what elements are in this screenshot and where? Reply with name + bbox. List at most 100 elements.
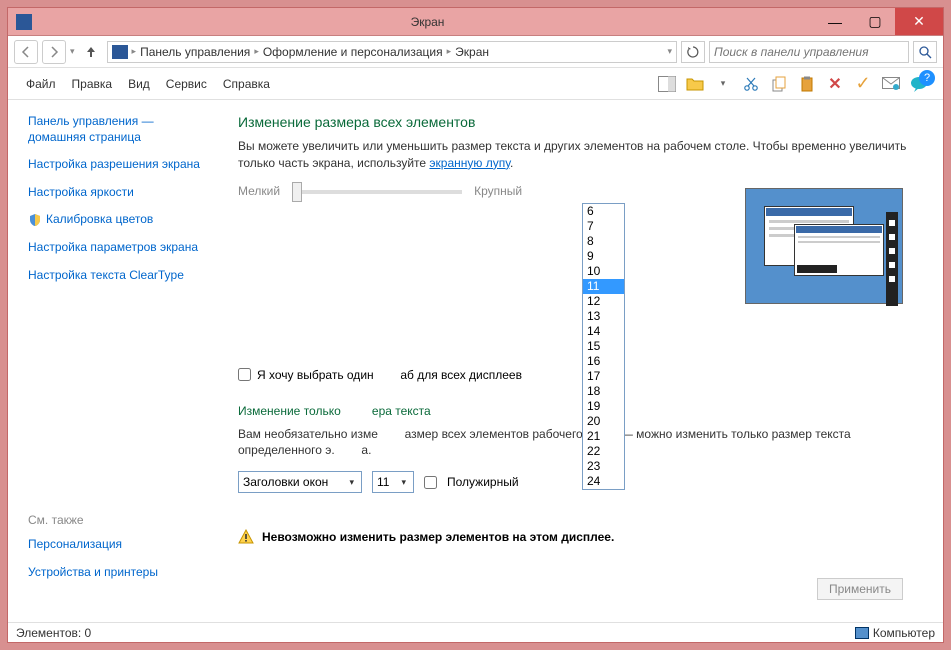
- back-button[interactable]: [14, 40, 38, 64]
- slider-track[interactable]: [292, 190, 462, 194]
- minimize-button[interactable]: —: [815, 8, 855, 35]
- up-button[interactable]: [79, 40, 103, 64]
- dropdown-option[interactable]: 21: [583, 429, 624, 444]
- app-icon: [16, 14, 32, 30]
- menu-help[interactable]: Справка: [215, 73, 278, 95]
- help-icon[interactable]: ?: [919, 70, 935, 86]
- preview-pane-icon[interactable]: [656, 73, 678, 95]
- dropdown-option[interactable]: 10: [583, 264, 624, 279]
- window-title: Экран: [40, 15, 815, 29]
- maximize-button[interactable]: ▢: [855, 8, 895, 35]
- nav-bar: ▾ ▸ Панель управления ▸ Оформление и пер…: [8, 36, 943, 68]
- breadcrumb-item[interactable]: Экран: [455, 45, 489, 59]
- menu-file[interactable]: Файл: [18, 73, 64, 95]
- dropdown-option[interactable]: 14: [583, 324, 624, 339]
- chevron-right-icon[interactable]: ▸: [447, 46, 452, 57]
- sidebar-link[interactable]: Настройка текста ClearType: [28, 268, 202, 284]
- fontsize-combo[interactable]: 11 ▾: [372, 471, 414, 493]
- dropdown-option[interactable]: 6: [583, 204, 624, 219]
- sidebar-link[interactable]: Настройка разрешения экрана: [28, 157, 202, 173]
- dropdown-option[interactable]: 22: [583, 444, 624, 459]
- dropdown-option[interactable]: 11: [583, 279, 624, 294]
- combo-value: Заголовки окон: [243, 475, 346, 489]
- element-combo[interactable]: Заголовки окон ▾: [238, 471, 362, 493]
- dropdown-option[interactable]: 13: [583, 309, 624, 324]
- sidebar-seealso-link[interactable]: Персонализация: [28, 537, 202, 553]
- slider-thumb[interactable]: [292, 182, 302, 202]
- chevron-right-icon[interactable]: ▸: [132, 46, 137, 57]
- dropdown-option[interactable]: 15: [583, 339, 624, 354]
- breadcrumb-item[interactable]: Оформление и персонализация: [263, 45, 443, 59]
- sidebar: Панель управления — домашняя страница На…: [8, 100, 218, 622]
- bold-label: Полужирный: [447, 475, 519, 489]
- shield-icon: [28, 213, 42, 227]
- dropdown-option[interactable]: 20: [583, 414, 624, 429]
- breadcrumb[interactable]: ▸ Панель управления ▸ Оформление и персо…: [107, 41, 677, 63]
- copy-icon[interactable]: [768, 73, 790, 95]
- computer-icon: [855, 627, 869, 639]
- description-2: Вам необязательно изме азмер всех элемен…: [238, 426, 919, 460]
- dropdown-option[interactable]: 19: [583, 399, 624, 414]
- menu-view[interactable]: Вид: [120, 73, 158, 95]
- slider-max-label: Крупный: [474, 184, 522, 198]
- breadcrumb-item[interactable]: Панель управления: [140, 45, 250, 59]
- dropdown-arrow-icon[interactable]: ▾: [712, 73, 734, 95]
- preview-image: [745, 188, 903, 304]
- magnifier-link[interactable]: экранную лупу: [429, 156, 510, 170]
- menu-edit[interactable]: Правка: [64, 73, 121, 95]
- refresh-button[interactable]: [681, 41, 705, 63]
- dropdown-option[interactable]: 16: [583, 354, 624, 369]
- body: Панель управления — домашняя страница На…: [8, 100, 943, 622]
- forward-button[interactable]: [42, 40, 66, 64]
- close-button[interactable]: ✕: [895, 8, 943, 35]
- sidebar-link[interactable]: Настройка яркости: [28, 185, 202, 201]
- mail-icon[interactable]: [880, 73, 902, 95]
- single-scale-checkbox[interactable]: [238, 368, 251, 381]
- fontsize-dropdown-list[interactable]: 6789101112131415161718192021222324: [582, 203, 625, 490]
- sidebar-seealso-heading: См. также: [28, 513, 202, 527]
- status-bar: Элементов: 0 Компьютер: [8, 622, 943, 642]
- single-scale-checkbox-row: Я хочу выбрать один аб для всех дисплеев: [238, 368, 919, 382]
- content-pane: Изменение размера всех элементов Вы може…: [218, 100, 943, 622]
- sidebar-seealso-link[interactable]: Устройства и принтеры: [28, 565, 202, 581]
- heading-size-all: Изменение размера всех элементов: [238, 114, 919, 130]
- paste-icon[interactable]: [796, 73, 818, 95]
- text-size-controls: Заголовки окон ▾ 11 ▾ Полужирный: [238, 471, 919, 493]
- dropdown-option[interactable]: 17: [583, 369, 624, 384]
- search-button[interactable]: [913, 41, 937, 63]
- chevron-down-icon[interactable]: ▾: [667, 46, 672, 57]
- chevron-down-icon: ▾: [398, 477, 409, 488]
- chevron-down-icon: ▾: [346, 477, 357, 488]
- dropdown-option[interactable]: 8: [583, 234, 624, 249]
- chevron-right-icon[interactable]: ▸: [254, 46, 259, 57]
- status-right: Компьютер: [855, 626, 935, 640]
- dropdown-option[interactable]: 18: [583, 384, 624, 399]
- dropdown-option[interactable]: 12: [583, 294, 624, 309]
- warning-text: Невозможно изменить размер элементов на …: [262, 530, 614, 544]
- menu-bar: Файл Правка Вид Сервис Справка ▾ ✕ ✓: [8, 68, 943, 100]
- check-icon[interactable]: ✓: [852, 73, 874, 95]
- delete-icon[interactable]: ✕: [824, 73, 846, 95]
- status-right-label: Компьютер: [873, 626, 935, 640]
- warning-icon: [238, 529, 254, 545]
- sidebar-link[interactable]: Калибровка цветов: [46, 212, 153, 228]
- dropdown-option[interactable]: 23: [583, 459, 624, 474]
- apply-button[interactable]: Применить: [817, 578, 903, 600]
- folder-icon[interactable]: [684, 73, 706, 95]
- bold-checkbox[interactable]: [424, 476, 437, 489]
- checkbox-label: Я хочу выбрать один аб для всех дисплеев: [257, 368, 522, 382]
- combo-value: 11: [377, 475, 398, 489]
- sidebar-link[interactable]: Настройка параметров экрана: [28, 240, 202, 256]
- warning-row: Невозможно изменить размер элементов на …: [238, 529, 919, 545]
- dropdown-option[interactable]: 7: [583, 219, 624, 234]
- dropdown-option[interactable]: 24: [583, 474, 624, 489]
- search-box[interactable]: [709, 41, 909, 63]
- recent-dropdown-icon[interactable]: ▾: [70, 46, 75, 57]
- cut-icon[interactable]: [740, 73, 762, 95]
- dropdown-option[interactable]: 9: [583, 249, 624, 264]
- menu-tools[interactable]: Сервис: [158, 73, 215, 95]
- slider-min-label: Мелкий: [238, 184, 280, 198]
- sidebar-home-link[interactable]: Панель управления — домашняя страница: [28, 114, 202, 145]
- search-input[interactable]: [714, 45, 904, 59]
- description: Вы можете увеличить или уменьшить размер…: [238, 138, 919, 172]
